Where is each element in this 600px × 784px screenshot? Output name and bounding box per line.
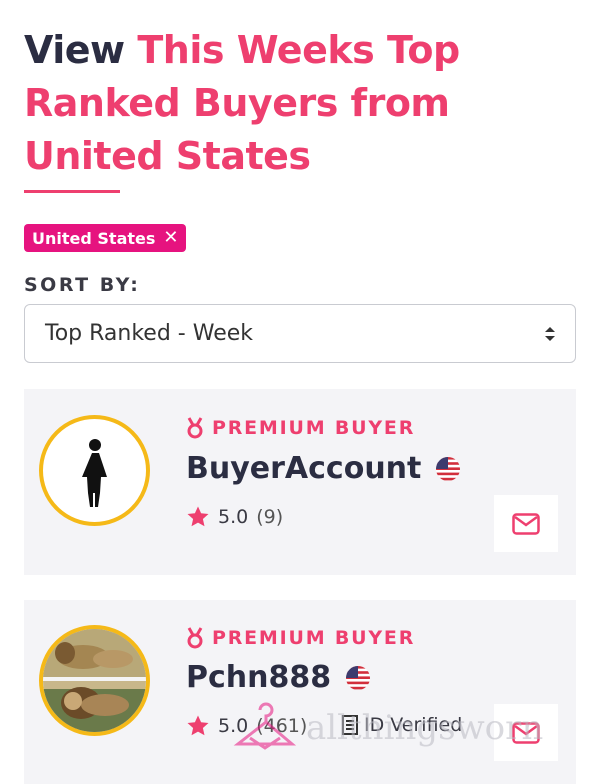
rating-count: (461) [256,715,308,737]
star-icon [187,715,209,736]
female-silhouette-icon [82,439,107,507]
sort-label: SORT BY: [24,274,141,296]
buyer-name-row[interactable]: BuyerAccount [186,451,461,486]
us-flag-icon [346,665,371,690]
sort-select-value: Top Ranked - Week [45,321,254,346]
id-verified-badge: ID Verified [342,714,462,736]
buyer-card[interactable]: PREMIUM BUYER BuyerAccount 5.0 (9) [24,389,576,575]
premium-badge: PREMIUM BUYER [186,417,415,439]
title-underline [24,190,120,193]
buyer-card[interactable]: PREMIUM BUYER Pchn888 5.0 (461) ID Verif… [24,600,576,784]
id-card-icon [342,715,358,735]
filter-chip-label: United States [32,228,156,248]
avatar[interactable] [39,415,150,526]
premium-badge-label: PREMIUM BUYER [212,417,416,439]
rating-value: 5.0 [218,715,249,737]
lions-photo [43,629,146,732]
buyer-name[interactable]: Pchn888 [186,660,331,695]
medal-icon [187,417,203,439]
rating-count: (9) [256,506,284,528]
sort-select[interactable]: Top Ranked - Week [24,304,576,363]
rating-value: 5.0 [218,506,249,528]
avatar[interactable] [39,625,150,736]
page-title: View This Weeks Top Ranked Buyers from U… [24,24,584,183]
filter-chip-country[interactable]: United States ✕ [24,224,187,252]
premium-badge: PREMIUM BUYER [186,627,415,649]
envelope-icon [512,512,540,535]
close-icon[interactable]: ✕ [163,229,178,247]
rating: 5.0 (9) [186,505,283,529]
page-title-lead: View [24,28,125,72]
envelope-icon [512,721,540,744]
buyer-name[interactable]: BuyerAccount [186,451,421,486]
buyer-name-row[interactable]: Pchn888 [186,660,371,695]
select-arrows-icon [545,327,555,341]
premium-badge-label: PREMIUM BUYER [212,627,416,649]
star-icon [187,506,209,527]
medal-icon [187,627,203,649]
id-verified-label: ID Verified [364,714,463,736]
rating: 5.0 (461) [186,714,307,738]
message-button[interactable] [494,495,558,552]
message-button[interactable] [494,704,558,761]
us-flag-icon [436,456,461,481]
